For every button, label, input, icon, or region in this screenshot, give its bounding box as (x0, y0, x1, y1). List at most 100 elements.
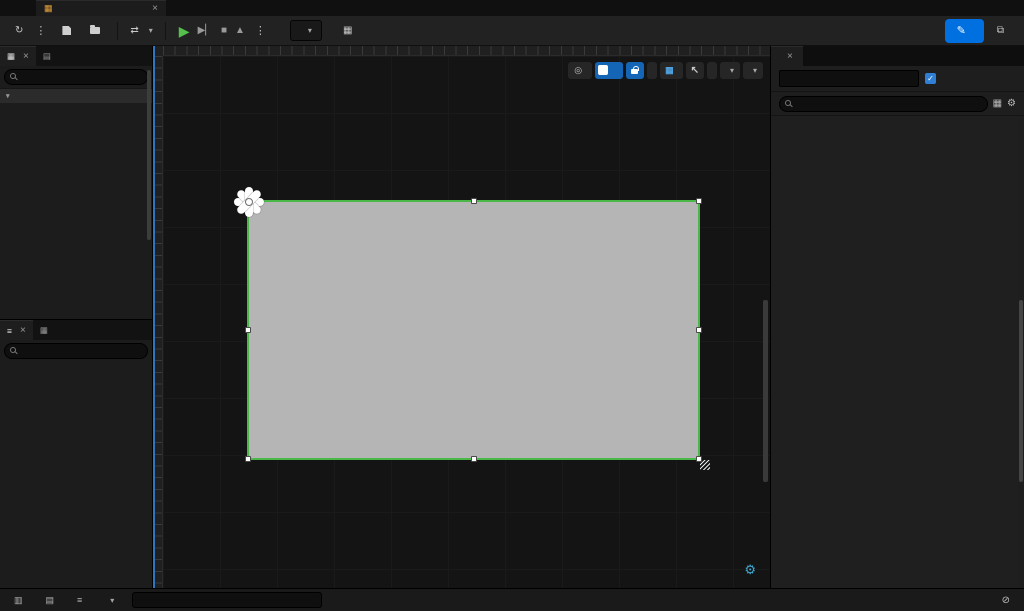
parent-class (1012, 0, 1024, 16)
source-control-status[interactable]: ⊘ (1002, 595, 1016, 606)
widget-canvas[interactable] (234, 187, 710, 470)
lock-button[interactable] (626, 61, 645, 79)
horizontal-ruler (163, 46, 770, 56)
rotation-button[interactable] (647, 61, 658, 79)
play-options-icon[interactable]: ⋮ (253, 24, 268, 37)
resize-handle[interactable] (470, 198, 477, 204)
gear-icon[interactable]: ⚙ (744, 562, 756, 578)
resize-handle[interactable] (245, 456, 251, 462)
output-log-button[interactable]: ≡ (71, 591, 93, 609)
asset-tab-title-screen[interactable]: ▦ × (36, 0, 166, 16)
anchor-dropdown[interactable]: ◎ (568, 61, 593, 79)
bind-widgets-icon: ▦ (39, 324, 48, 335)
animations-icon: ▤ (45, 594, 55, 605)
palette-search (4, 69, 148, 85)
tab-palette[interactable]: ▦ × (0, 46, 36, 66)
palette-panel: ▦ × ▤ ▾ (0, 46, 153, 319)
panel-splitter[interactable] (153, 46, 155, 588)
save-button[interactable] (55, 19, 83, 43)
widget-reflector-icon: ▦ (342, 25, 353, 36)
hierarchy-panel: ≡ × ▦ (0, 319, 153, 588)
preview-toggle[interactable] (595, 61, 624, 79)
close-icon[interactable]: × (20, 325, 26, 336)
details-tab-bar: × (771, 46, 1024, 66)
designer-viewport[interactable]: ◎ ▦ ↖ ▾ ▾ ⚙ (153, 46, 770, 588)
grid-snap-button[interactable]: ▦ (660, 61, 683, 79)
anchor-medallion[interactable] (232, 185, 266, 219)
resize-grip-icon[interactable] (700, 460, 710, 470)
widget-name-input[interactable] (779, 70, 919, 87)
grid-icon: ▦ (665, 64, 674, 75)
designer-viewport-toolbar: ◎ ▦ ↖ ▾ ▾ (568, 61, 763, 79)
library-icon: ▤ (42, 50, 51, 61)
diff-dropdown[interactable]: ⇄ ▾ (123, 19, 159, 43)
cursor-tool-button[interactable]: ↖ (685, 61, 704, 79)
palette-scrollbar[interactable] (147, 70, 151, 240)
source-control-icon: ⊘ (1001, 594, 1010, 606)
details-search-bar: ▦ ⚙ (771, 92, 1024, 116)
chevron-down-icon: ▾ (729, 65, 734, 75)
hierarchy-tab-bar: ≡ × ▦ (0, 320, 152, 340)
cursor-icon: ↖ (690, 64, 699, 76)
tab-hierarchy[interactable]: ≡ × (0, 320, 33, 340)
debug-object-dropdown[interactable]: ▾ (289, 20, 322, 41)
tab-library[interactable]: ▤ (36, 46, 62, 66)
stop-button[interactable]: ■ (221, 25, 227, 36)
localization-preview-button[interactable] (706, 61, 717, 79)
search-icon (10, 347, 16, 353)
titlebar: ▦ × (0, 0, 1024, 16)
compile-icon: ↻ (15, 25, 24, 36)
content-drawer-icon: ▥ (14, 594, 23, 605)
anchor-petal (245, 187, 253, 217)
resize-handle[interactable] (696, 327, 702, 333)
compile-button[interactable]: ↻ ⋮ (8, 19, 55, 43)
anchor-petal (234, 198, 264, 206)
widget-blueprint-icon: ▦ (44, 3, 53, 13)
palette-search-input[interactable] (4, 69, 148, 85)
resize-handle[interactable] (245, 327, 251, 333)
hierarchy-icon: ≡ (7, 325, 12, 336)
chevron-down-icon: ▾ (307, 26, 312, 35)
eject-button[interactable]: ▲ (235, 25, 245, 36)
close-icon[interactable]: × (787, 51, 793, 62)
details-search-input[interactable] (779, 95, 988, 112)
resize-handle[interactable] (470, 456, 477, 462)
animations-tab-button[interactable]: ▤ (40, 591, 66, 609)
is-variable-checkbox[interactable]: ✓ (925, 73, 936, 84)
settings-gear-icon[interactable]: ⚙ (1007, 98, 1016, 109)
chevron-down-icon: ▾ (6, 93, 10, 100)
browse-button[interactable] (83, 19, 112, 43)
bottom-status-bar: ▥ ▤ ≡ ▾ ⊘ (0, 588, 1024, 611)
play-button[interactable]: ▶ (179, 24, 190, 38)
details-name-bar: ✓ (771, 66, 1024, 92)
fill-screen-dropdown[interactable]: ▾ (742, 61, 763, 79)
resize-handle[interactable] (696, 198, 702, 204)
browse-icon (90, 25, 101, 34)
details-scrollbar[interactable] (1019, 300, 1023, 482)
compile-options-icon[interactable]: ⋮ (33, 24, 48, 37)
graph-icon: ⧉ (996, 25, 1004, 36)
widget-reflector-button[interactable]: ▦ (336, 19, 364, 43)
display-filter-icon[interactable]: ▦ (993, 98, 1002, 109)
designer-mode-button[interactable]: ✎ (944, 18, 984, 43)
cmd-dropdown[interactable]: ▾ (99, 591, 120, 609)
search-icon (10, 73, 16, 79)
console-command-input[interactable] (132, 592, 323, 608)
graph-mode-button[interactable]: ⧉ (990, 19, 1016, 43)
palette-section-common[interactable]: ▾ (0, 88, 152, 103)
close-icon[interactable]: × (152, 3, 158, 14)
toolbar-separator (117, 21, 119, 40)
content-drawer-button[interactable]: ▥ (8, 591, 34, 609)
details-search (779, 95, 988, 112)
unreal-editor-window: ▦ × ↻ ⋮ ⇄ ▾ ▶ ▶▏ ■ ▲ ⋮ ▾ ▦ ✎ ⧉ ▦ × ▤ ▾ ≡… (0, 0, 1024, 611)
tab-details[interactable]: × (771, 46, 803, 66)
designer-icon: ✎ (956, 25, 966, 37)
close-icon[interactable]: × (23, 51, 29, 62)
frame-skip-button[interactable]: ▶▏ (198, 25, 213, 36)
search-icon (785, 99, 791, 106)
viewport-scrollbar[interactable] (763, 300, 768, 482)
tab-bind-widgets[interactable]: ▦ (33, 320, 59, 340)
screen-size-dropdown[interactable]: ▾ (719, 61, 740, 79)
chevron-down-icon: ▾ (148, 26, 153, 35)
hierarchy-search-input[interactable] (4, 343, 148, 359)
